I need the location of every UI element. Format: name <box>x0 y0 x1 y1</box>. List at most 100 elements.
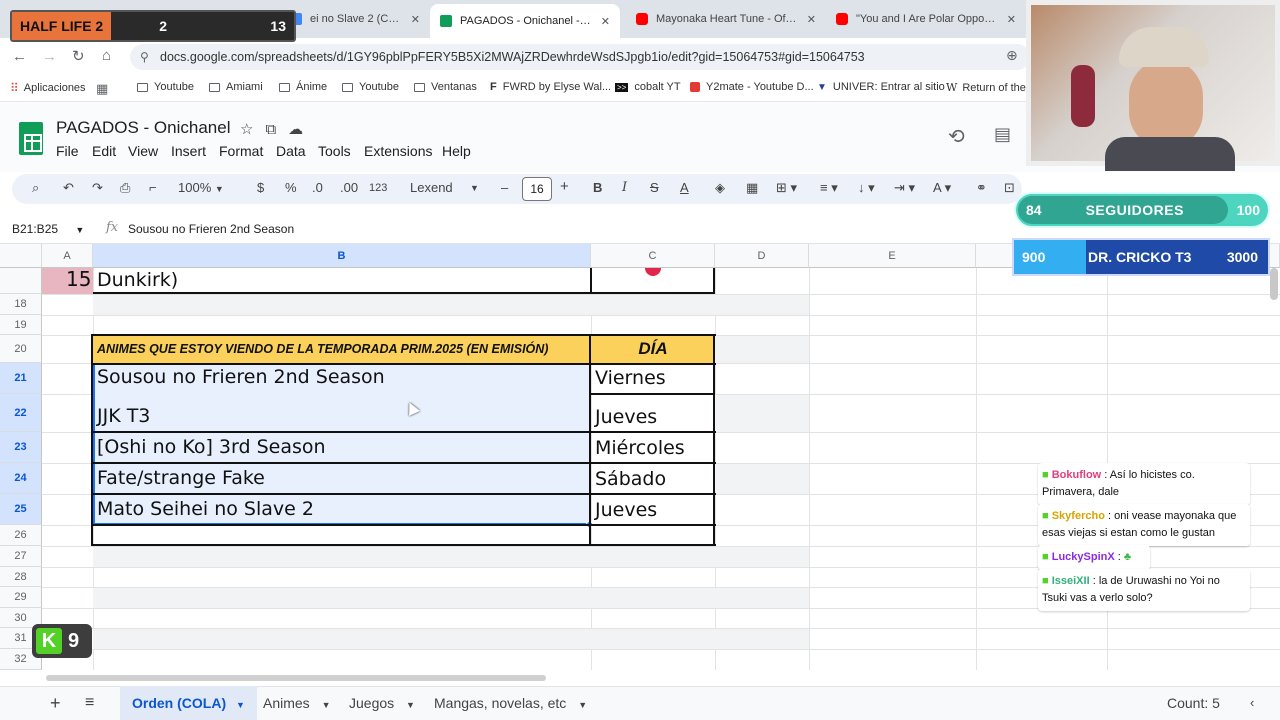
bookmark-link[interactable]: >> cobalt YT <box>615 81 681 93</box>
bookmark-folder[interactable]: Youtube <box>137 81 194 93</box>
browser-tab-active[interactable]: PAGADOS - Onichanel - Google ✕ <box>430 4 620 38</box>
cloud-status-icon[interactable]: ☁ <box>288 121 315 138</box>
bookmark-link[interactable]: ▼ UNIVER: Entrar al sitio <box>817 81 945 93</box>
menu-data[interactable]: Data <box>276 143 306 159</box>
site-info-icon[interactable]: ⚲ <box>140 50 149 64</box>
text-wrapping-icon[interactable]: ⇥ ▾ <box>894 180 915 196</box>
column-header-d[interactable]: D <box>715 244 809 268</box>
grid-icon[interactable]: ▦ <box>96 81 108 97</box>
side-panel-toggle-icon[interactable]: ‹ <box>1250 686 1254 720</box>
bookmark-folder[interactable]: Youtube <box>342 81 399 93</box>
vertical-scrollbar[interactable] <box>1270 268 1278 300</box>
sheet-tab-active[interactable]: Orden (COLA) ▼ <box>120 686 257 720</box>
menu-help[interactable]: Help <box>442 143 471 159</box>
reload-icon[interactable]: ↻ <box>72 47 85 65</box>
cell-b17[interactable]: Dunkirk) <box>97 269 178 291</box>
bookmark-folder[interactable]: Amiami <box>209 81 263 93</box>
close-icon[interactable]: ✕ <box>411 13 420 26</box>
cell-anime[interactable]: Sousou no Frieren 2nd Season <box>97 366 385 388</box>
back-arrow-icon[interactable]: ← <box>12 48 27 65</box>
more-formats-button[interactable]: 123 <box>369 182 387 194</box>
close-icon[interactable]: ✕ <box>601 15 610 28</box>
cell-anime[interactable]: JJK T3 <box>97 405 150 427</box>
forward-arrow-icon[interactable]: → <box>42 48 57 65</box>
insert-comment-icon[interactable]: ⊡ <box>1004 180 1015 196</box>
bookmark-link[interactable]: Y2mate - Youtube D... <box>690 81 814 93</box>
text-rotation-icon[interactable]: A ▾ <box>933 180 951 196</box>
row-header[interactable]: 22 <box>0 394 42 432</box>
print-icon[interactable]: ⎙ <box>120 180 130 196</box>
table-header-day[interactable]: DÍA <box>591 339 715 359</box>
add-sheet-icon[interactable]: + <box>50 686 61 720</box>
menu-file[interactable]: File <box>56 143 79 159</box>
horizontal-scrollbar[interactable] <box>46 675 546 681</box>
menu-insert[interactable]: Insert <box>171 143 206 159</box>
cell-anime[interactable]: Fate/strange Fake <box>97 467 265 489</box>
font-size-input[interactable]: 16 <box>522 177 552 201</box>
browser-tab[interactable]: Mayonaka Heart Tune - Official ✕ <box>626 5 826 33</box>
cell-day[interactable]: Jueves <box>595 499 657 521</box>
name-box[interactable]: B21:B25 ▼ <box>12 222 84 236</box>
decrease-font-size-button[interactable]: – <box>501 180 508 195</box>
sheets-logo-icon[interactable] <box>19 122 43 155</box>
move-folder-icon[interactable]: ⧉ <box>265 121 288 138</box>
italic-button[interactable]: I <box>622 180 627 195</box>
sheet-tab[interactable]: Juegos ▼ <box>349 686 415 720</box>
star-icon[interactable]: ☆ <box>240 121 265 138</box>
formula-input[interactable]: Sousou no Frieren 2nd Season <box>128 222 294 236</box>
select-all-corner[interactable] <box>0 244 42 268</box>
row-header[interactable]: 21 <box>0 363 42 394</box>
row-header[interactable]: 26 <box>0 525 42 546</box>
zoom-select[interactable]: 100% ▼ <box>178 180 224 195</box>
bookmark-link[interactable]: W Return of the <box>946 81 1026 94</box>
chevron-down-icon[interactable]: ▼ <box>470 183 479 193</box>
cell-day[interactable]: Miércoles <box>595 437 685 459</box>
menu-format[interactable]: Format <box>219 143 263 159</box>
increase-font-size-button[interactable]: + <box>560 178 569 195</box>
bookmark-folder[interactable]: Ventanas <box>414 81 477 93</box>
sheet-tab[interactable]: Mangas, novelas, etc ▼ <box>434 686 587 720</box>
cell-anime[interactable]: [Oshi no Ko] 3rd Season <box>97 436 326 458</box>
cell-day[interactable]: Viernes <box>595 367 666 389</box>
fill-color-icon[interactable]: ◈ <box>715 180 725 196</box>
url-field[interactable]: ⚲ docs.google.com/spreadsheets/d/1GY96pb… <box>130 44 1030 70</box>
zoom-icon[interactable]: ⊕ <box>1006 47 1018 64</box>
row-header[interactable]: 27 <box>0 546 42 567</box>
format-currency-button[interactable]: $ <box>257 180 264 195</box>
search-menus-icon[interactable]: ⌕ <box>32 180 39 196</box>
menu-edit[interactable]: Edit <box>92 143 116 159</box>
redo-icon[interactable]: ↷ <box>92 180 103 196</box>
strikethrough-button[interactable]: S <box>650 180 659 195</box>
horizontal-align-icon[interactable]: ≡ ▾ <box>820 180 838 196</box>
row-header[interactable]: 28 <box>0 567 42 587</box>
undo-icon[interactable]: ↶ <box>63 180 74 196</box>
bold-button[interactable]: B <box>593 180 602 195</box>
increase-decimal-button[interactable]: .00 <box>340 180 358 195</box>
comments-icon[interactable]: ▤ <box>994 124 1011 145</box>
cell-day[interactable]: Sábado <box>595 468 666 490</box>
format-percent-button[interactable]: % <box>285 180 297 195</box>
all-sheets-icon[interactable]: ≡ <box>85 686 94 720</box>
close-icon[interactable]: ✕ <box>807 13 816 26</box>
menu-tools[interactable]: Tools <box>318 143 351 159</box>
paint-format-icon[interactable]: ⌐ <box>149 180 157 195</box>
bookmark-folder[interactable]: Ánime <box>279 81 327 93</box>
row-header[interactable]: 20 <box>0 335 42 363</box>
row-header[interactable]: 25 <box>0 494 42 525</box>
version-history-icon[interactable]: ⟲ <box>948 124 965 149</box>
column-header-a[interactable]: A <box>42 244 93 268</box>
browser-tab[interactable]: ei no Slave 2 (Chaine ✕ <box>280 5 430 33</box>
row-header[interactable]: 19 <box>0 315 42 335</box>
text-color-button[interactable]: A <box>680 180 689 195</box>
cell-anime[interactable]: Mato Seihei no Slave 2 <box>97 498 314 520</box>
cell-day[interactable]: Jueves <box>595 406 657 428</box>
sheet-tab[interactable]: Animes ▼ <box>263 686 331 720</box>
home-icon[interactable]: ⌂ <box>102 47 111 64</box>
count-summary[interactable]: Count: 5 <box>1167 686 1220 720</box>
row-header-17[interactable] <box>0 268 42 294</box>
decrease-decimal-button[interactable]: .0 <box>312 180 323 195</box>
merge-cells-icon[interactable]: ⊞ ▾ <box>776 180 797 196</box>
menu-extensions[interactable]: Extensions <box>364 143 432 159</box>
bookmark-apps[interactable]: ⠿ Aplicaciones <box>10 81 86 95</box>
row-header[interactable]: 18 <box>0 294 42 315</box>
